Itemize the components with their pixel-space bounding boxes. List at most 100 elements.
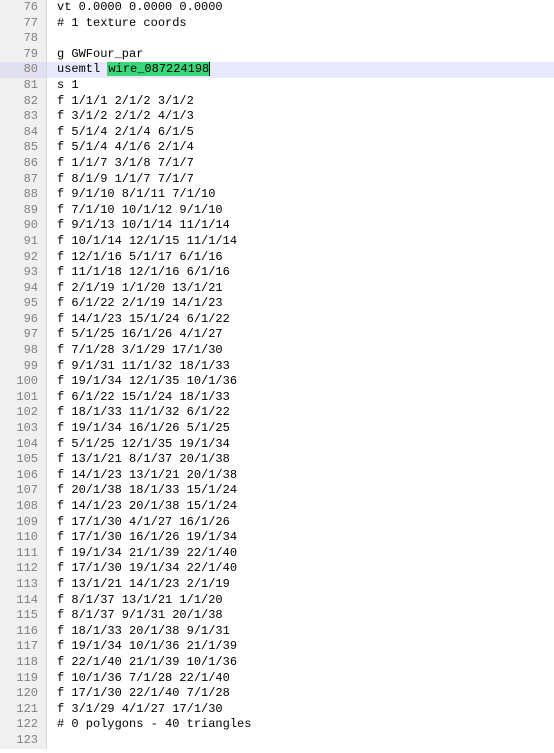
code-line[interactable]: 105f 13/1/21 8/1/37 20/1/38 xyxy=(0,452,554,468)
code-content[interactable]: f 13/1/21 8/1/37 20/1/38 xyxy=(47,452,554,468)
code-line[interactable]: 115f 8/1/37 9/1/31 20/1/38 xyxy=(0,608,554,624)
code-content[interactable]: vt 0.0000 0.0000 0.0000 xyxy=(47,0,554,16)
code-line[interactable]: 112f 17/1/30 19/1/34 22/1/40 xyxy=(0,561,554,577)
code-line[interactable]: 104f 5/1/25 12/1/35 19/1/34 xyxy=(0,437,554,453)
code-content[interactable]: usemtl wire_087224198 xyxy=(47,62,554,78)
code-line[interactable]: 97f 5/1/25 16/1/26 4/1/27 xyxy=(0,327,554,343)
code-line[interactable]: 98f 7/1/28 3/1/29 17/1/30 xyxy=(0,343,554,359)
code-text: f 5/1/25 16/1/26 4/1/27 xyxy=(57,327,223,341)
code-line[interactable]: 113f 13/1/21 14/1/23 2/1/19 xyxy=(0,577,554,593)
code-text: f 13/1/21 8/1/37 20/1/38 xyxy=(57,452,230,466)
code-content[interactable]: f 19/1/34 16/1/26 5/1/25 xyxy=(47,421,554,437)
code-line[interactable]: 80usemtl wire_087224198 xyxy=(0,62,554,78)
code-line[interactable]: 123 xyxy=(0,733,554,749)
code-content[interactable]: f 17/1/30 19/1/34 22/1/40 xyxy=(47,561,554,577)
code-line[interactable]: 99f 9/1/31 11/1/32 18/1/33 xyxy=(0,359,554,375)
code-line[interactable]: 88f 9/1/10 8/1/11 7/1/10 xyxy=(0,187,554,203)
code-content[interactable]: f 17/1/30 4/1/27 16/1/26 xyxy=(47,515,554,531)
code-content[interactable]: f 13/1/21 14/1/23 2/1/19 xyxy=(47,577,554,593)
code-content[interactable]: f 1/1/7 3/1/8 7/1/7 xyxy=(47,156,554,172)
code-line[interactable]: 78 xyxy=(0,31,554,47)
code-line[interactable]: 122# 0 polygons - 40 triangles xyxy=(0,717,554,733)
code-line[interactable]: 95f 6/1/22 2/1/19 14/1/23 xyxy=(0,296,554,312)
code-line[interactable]: 121f 3/1/29 4/1/27 17/1/30 xyxy=(0,702,554,718)
code-content[interactable]: f 19/1/34 10/1/36 21/1/39 xyxy=(47,639,554,655)
code-content[interactable]: f 14/1/23 20/1/38 15/1/24 xyxy=(47,499,554,515)
code-line[interactable]: 106f 14/1/23 13/1/21 20/1/38 xyxy=(0,468,554,484)
code-line[interactable]: 87f 8/1/9 1/1/7 7/1/7 xyxy=(0,172,554,188)
code-line[interactable]: 82f 1/1/1 2/1/2 3/1/2 xyxy=(0,94,554,110)
code-line[interactable]: 107f 20/1/38 18/1/33 15/1/24 xyxy=(0,483,554,499)
code-line[interactable]: 92f 12/1/16 5/1/17 6/1/16 xyxy=(0,250,554,266)
code-content[interactable]: f 9/1/10 8/1/11 7/1/10 xyxy=(47,187,554,203)
code-line[interactable]: 86f 1/1/7 3/1/8 7/1/7 xyxy=(0,156,554,172)
code-content[interactable]: f 6/1/22 15/1/24 18/1/33 xyxy=(47,390,554,406)
code-line[interactable]: 118f 22/1/40 21/1/39 10/1/36 xyxy=(0,655,554,671)
code-line[interactable]: 108f 14/1/23 20/1/38 15/1/24 xyxy=(0,499,554,515)
code-content[interactable]: f 17/1/30 22/1/40 7/1/28 xyxy=(47,686,554,702)
code-content[interactable]: f 10/1/14 12/1/15 11/1/14 xyxy=(47,234,554,250)
code-content[interactable]: f 2/1/19 1/1/20 13/1/21 xyxy=(47,281,554,297)
code-content[interactable] xyxy=(47,31,554,47)
code-line[interactable]: 109f 17/1/30 4/1/27 16/1/26 xyxy=(0,515,554,531)
code-content[interactable]: f 8/1/37 13/1/21 1/1/20 xyxy=(47,593,554,609)
code-line[interactable]: 84f 5/1/4 2/1/4 6/1/5 xyxy=(0,125,554,141)
code-line[interactable]: 76vt 0.0000 0.0000 0.0000 xyxy=(0,0,554,16)
code-content[interactable]: f 7/1/28 3/1/29 17/1/30 xyxy=(47,343,554,359)
code-content[interactable]: f 18/1/33 20/1/38 9/1/31 xyxy=(47,624,554,640)
code-content[interactable]: f 10/1/36 7/1/28 22/1/40 xyxy=(47,671,554,687)
code-content[interactable]: f 9/1/13 10/1/14 11/1/14 xyxy=(47,218,554,234)
code-content[interactable]: f 19/1/34 12/1/35 10/1/36 xyxy=(47,374,554,390)
code-content[interactable]: f 5/1/25 12/1/35 19/1/34 xyxy=(47,437,554,453)
code-content[interactable]: f 5/1/25 16/1/26 4/1/27 xyxy=(47,327,554,343)
code-content[interactable]: f 14/1/23 15/1/24 6/1/22 xyxy=(47,312,554,328)
code-content[interactable]: f 5/1/4 4/1/6 2/1/4 xyxy=(47,140,554,156)
code-line[interactable]: 83f 3/1/2 2/1/2 4/1/3 xyxy=(0,109,554,125)
code-content[interactable]: # 0 polygons - 40 triangles xyxy=(47,717,554,733)
code-content[interactable]: f 8/1/37 9/1/31 20/1/38 xyxy=(47,608,554,624)
code-line[interactable]: 117f 19/1/34 10/1/36 21/1/39 xyxy=(0,639,554,655)
code-content[interactable]: f 22/1/40 21/1/39 10/1/36 xyxy=(47,655,554,671)
code-line[interactable]: 93f 11/1/18 12/1/16 6/1/16 xyxy=(0,265,554,281)
code-content[interactable]: f 17/1/30 16/1/26 19/1/34 xyxy=(47,530,554,546)
code-editor[interactable]: 76vt 0.0000 0.0000 0.000077# 1 texture c… xyxy=(0,0,554,749)
code-content[interactable]: f 5/1/4 2/1/4 6/1/5 xyxy=(47,125,554,141)
code-line[interactable]: 103f 19/1/34 16/1/26 5/1/25 xyxy=(0,421,554,437)
code-content[interactable]: f 3/1/2 2/1/2 4/1/3 xyxy=(47,109,554,125)
code-content[interactable]: f 20/1/38 18/1/33 15/1/24 xyxy=(47,483,554,499)
code-line[interactable]: 89f 7/1/10 10/1/12 9/1/10 xyxy=(0,203,554,219)
code-content[interactable]: f 11/1/18 12/1/16 6/1/16 xyxy=(47,265,554,281)
code-content[interactable]: # 1 texture coords xyxy=(47,16,554,32)
code-content[interactable]: f 9/1/31 11/1/32 18/1/33 xyxy=(47,359,554,375)
code-content[interactable]: f 7/1/10 10/1/12 9/1/10 xyxy=(47,203,554,219)
code-line[interactable]: 91f 10/1/14 12/1/15 11/1/14 xyxy=(0,234,554,250)
code-content[interactable]: f 14/1/23 13/1/21 20/1/38 xyxy=(47,468,554,484)
code-line[interactable]: 116f 18/1/33 20/1/38 9/1/31 xyxy=(0,624,554,640)
code-line[interactable]: 79g GWFour_par xyxy=(0,47,554,63)
code-content[interactable]: s 1 xyxy=(47,78,554,94)
code-content[interactable]: g GWFour_par xyxy=(47,47,554,63)
code-content[interactable]: f 8/1/9 1/1/7 7/1/7 xyxy=(47,172,554,188)
code-line[interactable]: 101f 6/1/22 15/1/24 18/1/33 xyxy=(0,390,554,406)
code-content[interactable]: f 18/1/33 11/1/32 6/1/22 xyxy=(47,405,554,421)
code-content[interactable]: f 12/1/16 5/1/17 6/1/16 xyxy=(47,250,554,266)
code-line[interactable]: 100f 19/1/34 12/1/35 10/1/36 xyxy=(0,374,554,390)
code-content[interactable]: f 6/1/22 2/1/19 14/1/23 xyxy=(47,296,554,312)
code-line[interactable]: 102f 18/1/33 11/1/32 6/1/22 xyxy=(0,405,554,421)
code-line[interactable]: 77# 1 texture coords xyxy=(0,16,554,32)
code-line[interactable]: 114f 8/1/37 13/1/21 1/1/20 xyxy=(0,593,554,609)
code-line[interactable]: 94f 2/1/19 1/1/20 13/1/21 xyxy=(0,281,554,297)
code-line[interactable]: 119f 10/1/36 7/1/28 22/1/40 xyxy=(0,671,554,687)
code-content[interactable] xyxy=(47,733,554,749)
code-line[interactable]: 85f 5/1/4 4/1/6 2/1/4 xyxy=(0,140,554,156)
code-text: f 19/1/34 16/1/26 5/1/25 xyxy=(57,421,230,435)
code-line[interactable]: 90f 9/1/13 10/1/14 11/1/14 xyxy=(0,218,554,234)
code-line[interactable]: 81s 1 xyxy=(0,78,554,94)
code-line[interactable]: 96f 14/1/23 15/1/24 6/1/22 xyxy=(0,312,554,328)
code-line[interactable]: 110f 17/1/30 16/1/26 19/1/34 xyxy=(0,530,554,546)
code-content[interactable]: f 1/1/1 2/1/2 3/1/2 xyxy=(47,94,554,110)
code-content[interactable]: f 3/1/29 4/1/27 17/1/30 xyxy=(47,702,554,718)
code-content[interactable]: f 19/1/34 21/1/39 22/1/40 xyxy=(47,546,554,562)
code-line[interactable]: 120f 17/1/30 22/1/40 7/1/28 xyxy=(0,686,554,702)
code-line[interactable]: 111f 19/1/34 21/1/39 22/1/40 xyxy=(0,546,554,562)
